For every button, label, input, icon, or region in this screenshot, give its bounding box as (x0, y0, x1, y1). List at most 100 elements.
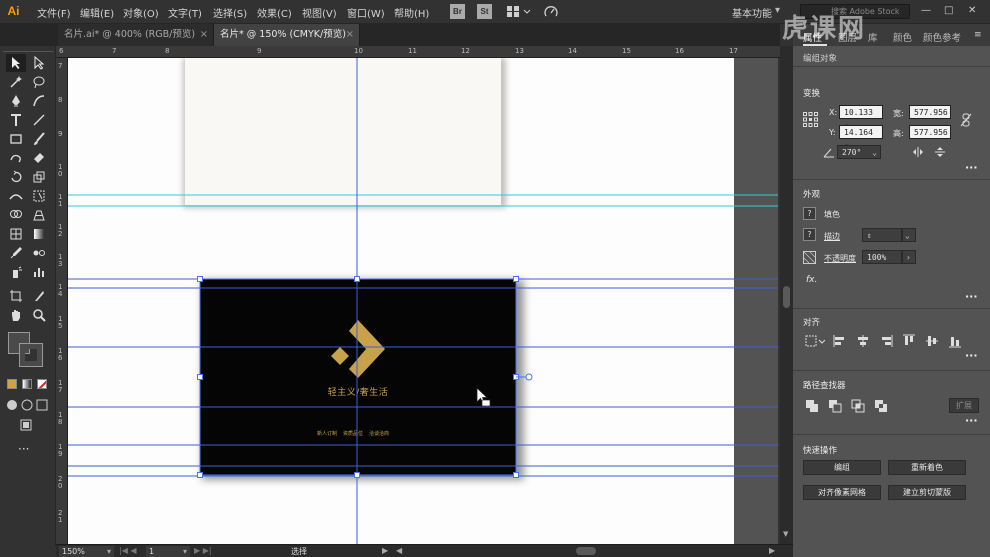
magic-wand-tool-icon[interactable] (6, 73, 26, 91)
fill-question-icon[interactable]: ? (803, 207, 816, 220)
fill-stroke-widget[interactable] (6, 330, 50, 374)
eyedropper-tool-icon[interactable] (6, 244, 26, 262)
zoom-chevron-icon[interactable]: ▾ (107, 546, 111, 557)
opacity-input[interactable]: 100% (862, 250, 902, 264)
tab-color[interactable]: 颜色 (893, 30, 912, 44)
draw-behind-icon[interactable] (20, 396, 34, 414)
color-mode-icon[interactable] (7, 379, 17, 389)
stroke-weight-input[interactable]: ⇕ (862, 228, 902, 242)
draw-normal-icon[interactable] (5, 396, 19, 414)
slice-tool-icon[interactable] (29, 287, 49, 305)
scroll-right-icon[interactable]: ▶ (769, 546, 775, 555)
menu-effect[interactable]: 效果(C) (257, 5, 292, 20)
unite-icon[interactable] (805, 399, 819, 413)
gpu-performance-icon[interactable] (543, 4, 559, 19)
perspective-grid-tool-icon[interactable] (29, 206, 49, 224)
height-input[interactable]: 577.956 (909, 125, 951, 139)
vertical-scrollbar[interactable]: ▼ (780, 46, 793, 544)
first-artboard-icon[interactable]: |◀ ◀ (119, 546, 137, 555)
type-tool-icon[interactable] (6, 111, 26, 129)
scroll-left-icon[interactable]: ◀ (396, 546, 402, 555)
flip-horizontal-icon[interactable] (912, 146, 924, 158)
align-horizontal-center-icon[interactable] (856, 334, 870, 348)
artboard-chevron-icon[interactable]: ▾ (183, 546, 187, 557)
zoom-level-field[interactable]: 150% ▾ (59, 546, 114, 557)
arrange-documents-icon[interactable] (505, 4, 533, 19)
scale-tool-icon[interactable] (29, 168, 49, 186)
effects-fx-icon[interactable]: fx. (806, 275, 817, 285)
group-button[interactable]: 编组 (803, 460, 881, 475)
intersect-icon[interactable] (851, 399, 865, 413)
edit-toolbar-icon[interactable]: ··· (18, 442, 29, 456)
selection-tool-icon[interactable] (6, 54, 26, 72)
pathfinder-more-icon[interactable]: ··· (965, 414, 978, 427)
align-more-icon[interactable]: ··· (965, 349, 978, 362)
align-left-icon[interactable] (833, 334, 847, 348)
stroke-weight-dropdown[interactable]: ⌄ (902, 228, 916, 242)
width-tool-icon[interactable] (6, 187, 26, 205)
tab-libraries[interactable]: 库 (868, 30, 878, 44)
clipping-mask-button[interactable]: 建立剪切蒙版 (888, 485, 966, 500)
curvature-tool-icon[interactable] (29, 92, 49, 110)
x-position-input[interactable]: 10.133 c (839, 105, 883, 131)
minus-front-icon[interactable] (828, 399, 842, 413)
eraser-tool-icon[interactable] (29, 149, 49, 167)
y-position-input[interactable]: 14.164 c (839, 125, 883, 151)
opacity-label[interactable]: 不透明度 (824, 253, 856, 264)
width-input[interactable]: 577.956 (909, 105, 951, 119)
symbol-sprayer-tool-icon[interactable] (6, 263, 26, 281)
document-canvas[interactable]: 轻主义/奢生活 新人订制 资质品位 洽谈洽商 (68, 58, 778, 544)
opacity-dropdown[interactable]: › (902, 250, 916, 264)
free-transform-tool-icon[interactable] (29, 187, 49, 205)
tab-document-1[interactable]: 名片.ai* @ 400% (RGB/预览) × (58, 24, 214, 46)
artboard-tool-icon[interactable] (6, 287, 26, 305)
align-bottom-icon[interactable] (948, 334, 962, 348)
expand-button[interactable]: 扩展 (949, 398, 979, 413)
blend-tool-icon[interactable] (29, 244, 49, 262)
status-menu-icon[interactable]: ▶ (382, 546, 388, 555)
recolor-button[interactable]: 重新着色 (888, 460, 966, 475)
appearance-more-icon[interactable]: ··· (965, 290, 978, 303)
align-vertical-center-icon[interactable] (925, 334, 939, 348)
menu-file[interactable]: 文件(F) (37, 5, 71, 20)
artboard-number-field[interactable]: 1 ▾ (146, 546, 190, 557)
stroke-swatch[interactable] (19, 343, 43, 367)
constrain-proportions-icon[interactable] (959, 113, 973, 127)
direct-selection-tool-icon[interactable] (29, 54, 49, 72)
rotate-angle-input[interactable]: 270° ⌄ (837, 145, 881, 159)
transform-more-icon[interactable]: ··· (965, 161, 978, 174)
screen-mode-icon[interactable] (16, 416, 36, 434)
shape-builder-tool-icon[interactable] (6, 206, 26, 224)
lasso-tool-icon[interactable] (29, 73, 49, 91)
stroke-question-icon[interactable]: ? (803, 228, 816, 241)
reference-point-icon[interactable] (803, 112, 818, 127)
panel-menu-icon[interactable]: ≡ (974, 30, 982, 40)
column-graph-tool-icon[interactable] (29, 263, 49, 281)
pen-tool-icon[interactable] (6, 92, 26, 110)
zoom-tool-icon[interactable] (29, 306, 49, 324)
scroll-down-icon[interactable]: ▼ (783, 530, 788, 538)
shaper-tool-icon[interactable] (6, 149, 26, 167)
rectangle-tool-icon[interactable] (6, 130, 26, 148)
close-window-icon[interactable]: ✕ (968, 5, 976, 16)
last-artboard-icon[interactable]: ▶ ▶| (194, 546, 212, 555)
horizontal-scrollbar-thumb[interactable] (576, 547, 596, 555)
menu-object[interactable]: 对象(O) (123, 5, 159, 20)
maximize-icon[interactable]: □ (944, 5, 953, 16)
stroke-label[interactable]: 描边 (824, 231, 840, 242)
workspace-switcher[interactable]: 基本功能 (732, 5, 772, 20)
align-top-icon[interactable] (902, 334, 916, 348)
gradient-mode-icon[interactable] (22, 379, 32, 389)
none-mode-icon[interactable] (37, 379, 47, 389)
angle-chevron-icon[interactable]: ⌄ (872, 146, 877, 160)
menu-select[interactable]: 选择(S) (213, 5, 247, 20)
exclude-icon[interactable] (874, 399, 888, 413)
align-pixel-grid-button[interactable]: 对齐像素网格 (803, 485, 881, 500)
align-to-selection-icon[interactable] (805, 334, 825, 348)
menu-help[interactable]: 帮助(H) (394, 5, 429, 20)
align-right-icon[interactable] (879, 334, 893, 348)
stepper-icon[interactable]: ⇕ (867, 231, 872, 240)
close-tab-icon[interactable]: × (200, 24, 208, 46)
toolbox-grip[interactable] (3, 46, 53, 52)
hand-tool-icon[interactable] (6, 306, 26, 324)
